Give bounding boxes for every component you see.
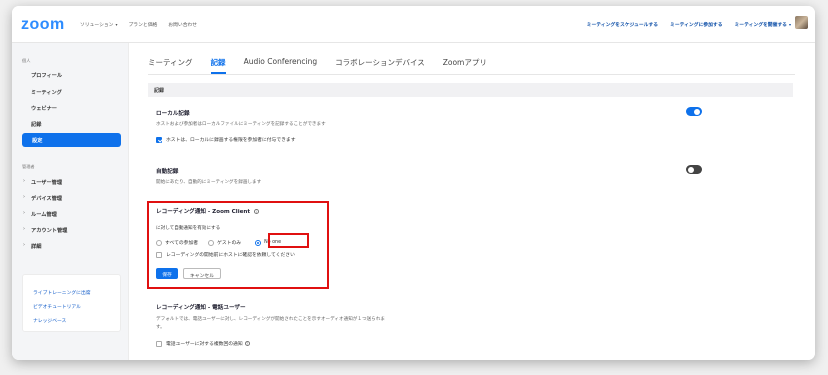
checkbox-checked[interactable] bbox=[156, 136, 162, 143]
cancel-button[interactable]: キャンセル bbox=[183, 268, 221, 279]
sidebar-heading-personal: 個人 bbox=[22, 58, 31, 63]
notify-radio-group: すべての参加者 ゲストのみ No one bbox=[156, 239, 281, 246]
auto-recording-toggle[interactable] bbox=[686, 165, 702, 174]
chevron-down-icon: ▾ bbox=[115, 22, 118, 27]
local-recording-desc: ホストおよび参加者はローカルファイルにミーティングを記録することができます bbox=[156, 122, 326, 127]
notify-phone-desc-line2: す。 bbox=[156, 325, 165, 330]
sidebar-item-advanced[interactable]: 詳細 bbox=[31, 243, 41, 250]
zoom-logo[interactable]: zoom bbox=[21, 16, 65, 34]
help-links-box: ライブトレーニングに出席 ビデオチュートリアル ナレッジベース bbox=[22, 274, 121, 332]
radio-label: ゲストのみ bbox=[217, 241, 242, 246]
sidebar-item-device-management[interactable]: デバイス管理 bbox=[31, 195, 62, 202]
radio-guests-only[interactable]: ゲストのみ bbox=[208, 239, 241, 246]
tab-zoom-apps[interactable]: Zoomアプリ bbox=[443, 57, 487, 74]
notify-phone-desc-line1: デフォルトでは、電話ユーザーに対し、レコーディングが開始されたことを示すオーディ… bbox=[156, 317, 385, 322]
tab-audio-conferencing[interactable]: Audio Conferencing bbox=[244, 57, 318, 74]
sidebar: 個人 プロフィール ミーティング ウェビナー 記録 設定 管理者 › ユーザー管… bbox=[12, 43, 129, 360]
join-meeting-link[interactable]: ミーティングに参加する bbox=[670, 21, 722, 28]
sidebar-heading-admin: 管理者 bbox=[22, 164, 35, 169]
toggle-knob bbox=[694, 108, 700, 115]
tab-meeting[interactable]: ミーティング bbox=[148, 57, 193, 74]
save-button[interactable]: 保存 bbox=[156, 268, 178, 279]
sidebar-item-user-management[interactable]: ユーザー管理 bbox=[31, 179, 62, 186]
ask-host-confirm-label: レコーディングの開始前にホストに確認を依頼してください bbox=[166, 253, 295, 258]
info-icon[interactable]: i bbox=[254, 209, 260, 214]
chevron-right-icon: › bbox=[23, 194, 25, 200]
local-recording-option[interactable]: ホストは、ローカルに録画する権限を参加者に付与できます bbox=[156, 136, 296, 143]
tabs-divider bbox=[148, 74, 795, 75]
chevron-right-icon: › bbox=[23, 210, 25, 216]
chevron-right-icon: › bbox=[23, 178, 25, 184]
host-meeting-link[interactable]: ミーティングを開催する ▾ bbox=[735, 21, 792, 28]
notify-client-title: レコーディング通知 - Zoom Client i bbox=[156, 207, 260, 215]
auto-recording-desc: 開始にあたり、自動的にミーティングを録画します bbox=[156, 180, 262, 185]
radio-button-selected[interactable] bbox=[255, 239, 262, 246]
notify-client-prompt: に対して自動通知を有効にする bbox=[156, 226, 221, 231]
auto-recording-title: 自動記録 bbox=[156, 169, 179, 175]
toggle-knob bbox=[688, 166, 694, 173]
nav-solutions-label: ソリューション bbox=[80, 23, 114, 28]
live-training-link[interactable]: ライブトレーニングに出席 bbox=[33, 289, 91, 296]
radio-button[interactable] bbox=[156, 239, 162, 246]
sidebar-item-account-management[interactable]: アカウント管理 bbox=[31, 227, 67, 234]
nav-left: ソリューション ▾ プランと価格 お問い合わせ bbox=[80, 21, 197, 28]
radio-button[interactable] bbox=[208, 239, 215, 246]
tab-recording[interactable]: 記録 bbox=[210, 57, 226, 74]
sidebar-item-room-management[interactable]: ルーム管理 bbox=[31, 211, 57, 218]
radio-label: すべての参加者 bbox=[165, 241, 199, 246]
nav-plans[interactable]: プランと価格 bbox=[129, 21, 158, 28]
top-navigation: zoom ソリューション ▾ プランと価格 お問い合わせ ミーティングをスケジュ… bbox=[12, 6, 815, 43]
local-recording-toggle[interactable] bbox=[686, 107, 702, 116]
knowledge-base-link[interactable]: ナレッジベース bbox=[33, 317, 66, 324]
chevron-right-icon: › bbox=[23, 226, 25, 232]
notify-phone-title: レコーディング通知 - 電話ユーザー bbox=[156, 305, 246, 311]
phone-multiple-notify-option[interactable]: 電話ユーザーに対する複数回の通知 ? bbox=[156, 340, 250, 347]
settings-main: ミーティング 記録 Audio Conferencing コラボレーションデバイ… bbox=[130, 43, 815, 360]
sidebar-item-recordings[interactable]: 記録 bbox=[31, 121, 41, 128]
schedule-meeting-link[interactable]: ミーティングをスケジュールする bbox=[587, 21, 658, 28]
checkbox[interactable] bbox=[156, 251, 162, 258]
ask-host-confirm-option[interactable]: レコーディングの開始前にホストに確認を依頼してください bbox=[156, 251, 295, 258]
phone-multiple-notify-label: 電話ユーザーに対する複数回の通知 bbox=[166, 342, 243, 347]
nav-solutions[interactable]: ソリューション ▾ bbox=[80, 21, 118, 28]
host-meeting-label: ミーティングを開催する bbox=[734, 23, 787, 28]
tab-collaboration-devices[interactable]: コラボレーションデバイス bbox=[335, 57, 425, 74]
nav-contact[interactable]: お問い合わせ bbox=[168, 21, 197, 28]
avatar[interactable] bbox=[795, 16, 808, 29]
sidebar-item-profile[interactable]: プロフィール bbox=[31, 72, 62, 79]
sidebar-item-meetings[interactable]: ミーティング bbox=[31, 89, 62, 96]
checkbox[interactable] bbox=[156, 340, 162, 347]
browser-window: zoom ソリューション ▾ プランと価格 お問い合わせ ミーティングをスケジュ… bbox=[12, 6, 815, 360]
notify-client-title-text: レコーディング通知 - Zoom Client bbox=[156, 209, 251, 215]
nav-right: ミーティングをスケジュールする ミーティングに参加する ミーティングを開催する … bbox=[587, 21, 791, 28]
radio-all-participants[interactable]: すべての参加者 bbox=[156, 239, 198, 246]
settings-tabs: ミーティング 記録 Audio Conferencing コラボレーションデバイ… bbox=[148, 57, 487, 74]
local-recording-title: ローカル記録 bbox=[156, 111, 190, 117]
section-header: 記録 bbox=[148, 83, 793, 97]
video-tutorials-link[interactable]: ビデオチュートリアル bbox=[33, 303, 81, 310]
local-recording-option-label: ホストは、ローカルに録画する権限を参加者に付与できます bbox=[166, 138, 296, 143]
chevron-down-icon: ▾ bbox=[788, 22, 791, 27]
sidebar-item-settings[interactable]: 設定 bbox=[22, 133, 121, 147]
highlight-box-no-one bbox=[268, 233, 309, 248]
sidebar-item-webinars[interactable]: ウェビナー bbox=[31, 105, 57, 112]
chevron-right-icon: › bbox=[23, 242, 25, 248]
help-icon[interactable]: ? bbox=[244, 341, 250, 346]
